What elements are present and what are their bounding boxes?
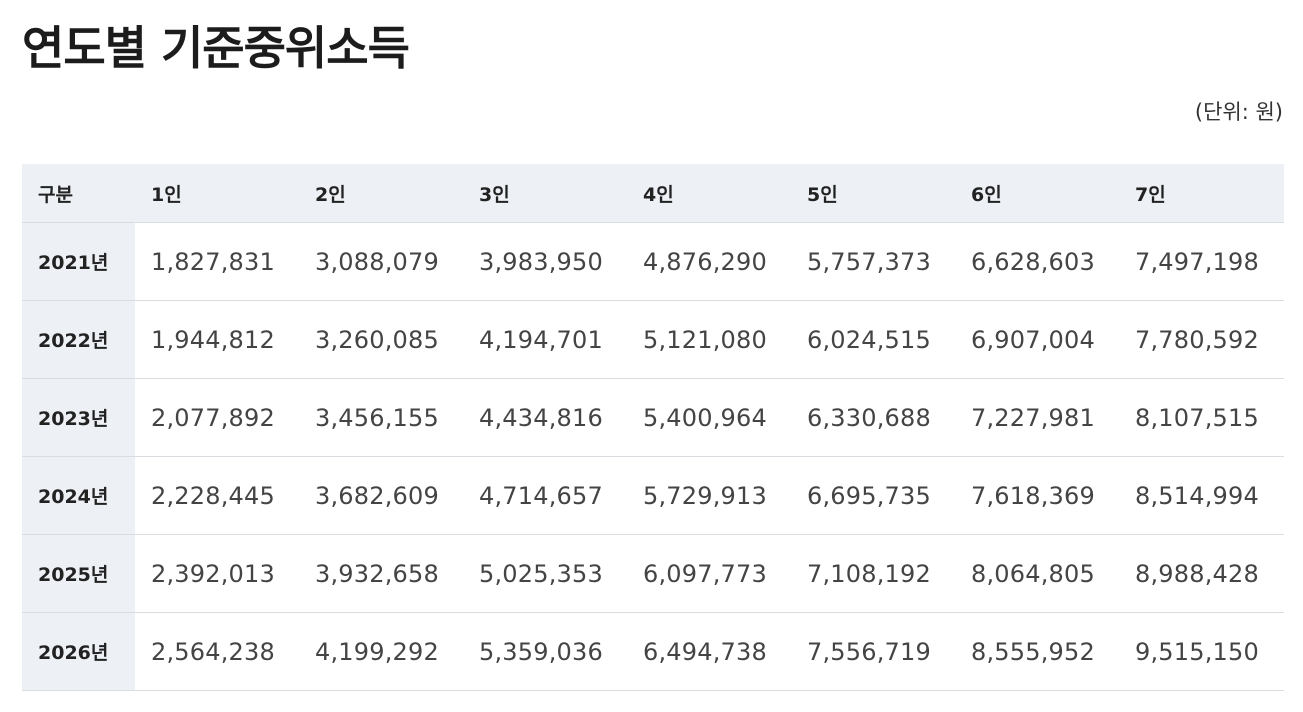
table-row: 2022년 1,944,812 3,260,085 4,194,701 5,12…	[22, 300, 1284, 379]
table-row: 2026년 2,564,238 4,199,292 5,359,036 6,49…	[22, 612, 1284, 691]
table-cell: 4,876,290	[627, 222, 791, 301]
table-cell: 3,983,950	[463, 222, 627, 301]
table-cell: 7,556,719	[791, 612, 955, 691]
table-cell: 8,064,805	[955, 534, 1119, 613]
table-cell: 4,434,816	[463, 378, 627, 457]
table-cell: 7,618,369	[955, 456, 1119, 535]
header-1-person: 1인	[135, 164, 299, 223]
table-cell: 4,199,292	[299, 612, 463, 691]
header-7-person: 7인	[1119, 164, 1284, 223]
table-cell: 5,121,080	[627, 300, 791, 379]
table-cell: 6,907,004	[955, 300, 1119, 379]
table-cell: 5,729,913	[627, 456, 791, 535]
table-cell: 1,827,831	[135, 222, 299, 301]
row-year: 2026년	[22, 612, 135, 691]
unit-note: (단위: 원)	[1194, 100, 1283, 124]
row-year: 2022년	[22, 300, 135, 379]
table-cell: 8,555,952	[955, 612, 1119, 691]
table-header-row: 구분 1인 2인 3인 4인 5인 6인 7인	[22, 164, 1284, 223]
table-cell: 3,088,079	[299, 222, 463, 301]
header-4-person: 4인	[627, 164, 791, 223]
table-cell: 6,024,515	[791, 300, 955, 379]
table-cell: 7,780,592	[1119, 300, 1284, 379]
table-cell: 3,456,155	[299, 378, 463, 457]
table-row: 2025년 2,392,013 3,932,658 5,025,353 6,09…	[22, 534, 1284, 613]
table-cell: 8,107,515	[1119, 378, 1284, 457]
table-cell: 7,227,981	[955, 378, 1119, 457]
row-year: 2024년	[22, 456, 135, 535]
header-5-person: 5인	[791, 164, 955, 223]
row-year: 2025년	[22, 534, 135, 613]
table-cell: 7,108,192	[791, 534, 955, 613]
row-year: 2023년	[22, 378, 135, 457]
table-cell: 3,260,085	[299, 300, 463, 379]
table-cell: 1,944,812	[135, 300, 299, 379]
table-cell: 2,077,892	[135, 378, 299, 457]
table-cell: 5,359,036	[463, 612, 627, 691]
table-cell: 6,330,688	[791, 378, 955, 457]
table-cell: 5,757,373	[791, 222, 955, 301]
table-cell: 5,400,964	[627, 378, 791, 457]
header-3-person: 3인	[463, 164, 627, 223]
header-category: 구분	[22, 164, 135, 223]
table-row: 2024년 2,228,445 3,682,609 4,714,657 5,72…	[22, 456, 1284, 535]
table-cell: 7,497,198	[1119, 222, 1284, 301]
table-cell: 2,392,013	[135, 534, 299, 613]
table-cell: 6,097,773	[627, 534, 791, 613]
median-income-table: 구분 1인 2인 3인 4인 5인 6인 7인 2021년 1,827,831 …	[22, 164, 1284, 691]
table-cell: 6,494,738	[627, 612, 791, 691]
table-cell: 5,025,353	[463, 534, 627, 613]
table-cell: 9,515,150	[1119, 612, 1284, 691]
table-cell: 3,682,609	[299, 456, 463, 535]
table-cell: 8,514,994	[1119, 456, 1284, 535]
table-cell: 3,932,658	[299, 534, 463, 613]
header-2-person: 2인	[299, 164, 463, 223]
row-year: 2021년	[22, 222, 135, 301]
table-cell: 6,628,603	[955, 222, 1119, 301]
table-cell: 2,564,238	[135, 612, 299, 691]
table-cell: 4,714,657	[463, 456, 627, 535]
page-title: 연도별 기준중위소득	[22, 21, 410, 75]
table-cell: 8,988,428	[1119, 534, 1284, 613]
table-cell: 4,194,701	[463, 300, 627, 379]
table-row: 2023년 2,077,892 3,456,155 4,434,816 5,40…	[22, 378, 1284, 457]
table-row: 2021년 1,827,831 3,088,079 3,983,950 4,87…	[22, 222, 1284, 301]
table-cell: 6,695,735	[791, 456, 955, 535]
header-6-person: 6인	[955, 164, 1119, 223]
table-cell: 2,228,445	[135, 456, 299, 535]
